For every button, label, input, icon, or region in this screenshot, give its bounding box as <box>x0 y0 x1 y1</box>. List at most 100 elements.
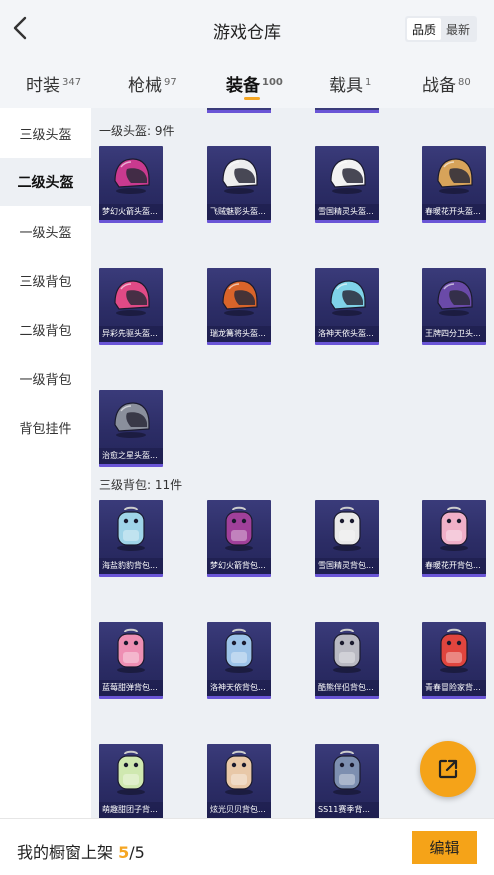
tab-firearms[interactable]: 枪械 97 <box>128 71 177 96</box>
helmet-icon <box>330 158 366 194</box>
tab-label: 装备 <box>226 76 260 96</box>
item-card[interactable]: 春暖花开头盔... <box>422 146 486 223</box>
item-card[interactable] <box>207 108 271 113</box>
item-grid: 一级头盔: 9件 三级背包: 11件 梦幻火箭头盔... 飞贼魅影头盔... 雪国精… <box>91 108 494 818</box>
sidebar-item-level2-backpack[interactable]: 二级背包 <box>0 305 91 353</box>
item-card[interactable]: 梦幻火箭头盔... <box>99 146 163 223</box>
tab-label: 战备 <box>422 76 456 96</box>
item-name: 异彩先驱头盔... <box>99 326 163 342</box>
sidebar-item-level1-helmet[interactable]: 一级头盔 <box>0 207 91 255</box>
item-card[interactable]: 瑞龙篝将头盔... <box>207 268 271 345</box>
item-name: 治愈之星头盔... <box>99 448 163 464</box>
helmet-icon <box>330 280 366 316</box>
item-image <box>99 744 163 802</box>
item-card[interactable]: SS11赛季背... <box>315 744 379 818</box>
sidebar-item-backpack-charm[interactable]: 背包挂件 <box>0 403 91 451</box>
top-bar: 游戏仓库 品质 最新 <box>0 0 494 58</box>
item-name: 瑞龙篝将头盔... <box>207 326 271 342</box>
item-card[interactable]: 雪国精灵背包... <box>315 500 379 577</box>
helmet-icon <box>114 402 150 438</box>
sidebar-item-level3-backpack[interactable]: 三级背包 <box>0 256 91 304</box>
tab-supplies[interactable]: 战备 80 <box>422 71 471 96</box>
tab-count: 80 <box>458 77 471 88</box>
sidebar-item-level2-helmet[interactable]: 二级头盔 <box>0 158 91 206</box>
item-card[interactable]: 王牌四分卫头... <box>422 268 486 345</box>
item-name: 梦幻火箭背包... <box>207 558 271 574</box>
item-card[interactable]: 梦幻火箭背包... <box>207 500 271 577</box>
tab-fashion[interactable]: 时装 347 <box>26 71 81 96</box>
sort-by-latest-button[interactable]: 最新 <box>441 18 475 40</box>
tab-count: 100 <box>262 77 283 88</box>
section-title: 一级头盔: 9件 <box>99 124 175 138</box>
item-image <box>315 622 379 680</box>
category-tabs: 时装 347 枪械 97 装备 100 载具 1 战备 80 <box>0 58 494 108</box>
item-name: 雪国精灵背包... <box>315 558 379 574</box>
item-card[interactable]: 异彩先驱头盔... <box>99 268 163 345</box>
sidebar-item-level3-helmet[interactable]: 三级头盔 <box>0 109 91 157</box>
showcase-count: 5 <box>118 843 130 862</box>
item-card[interactable]: 炫光贝贝背包... <box>207 744 271 818</box>
item-name: 海盐豹豹背包... <box>99 558 163 574</box>
backpack-icon <box>117 750 145 795</box>
item-image <box>315 146 379 204</box>
item-image <box>422 146 486 204</box>
showcase-label: 我的橱窗上架 <box>17 843 114 862</box>
backpack-icon <box>440 506 468 551</box>
item-image <box>422 622 486 680</box>
item-image <box>99 500 163 558</box>
item-card[interactable]: 海盐豹豹背包... <box>99 500 163 577</box>
item-name: 酷熊伴侣背包... <box>315 680 379 696</box>
item-name: 萌趣甜团子背... <box>99 802 163 818</box>
item-card[interactable]: 蓝莓甜弹背包... <box>99 622 163 699</box>
active-tab-indicator <box>244 97 260 100</box>
helmet-icon <box>437 158 473 194</box>
tab-count: 97 <box>164 77 177 88</box>
showcase-bar: 我的橱窗上架 5/5 编辑 <box>0 818 494 875</box>
item-card[interactable]: 萌趣甜团子背... <box>99 744 163 818</box>
tab-equipment[interactable]: 装备 100 <box>226 71 283 100</box>
item-name: 蓝莓甜弹背包... <box>99 680 163 696</box>
item-card[interactable]: 治愈之星头盔... <box>99 390 163 467</box>
share-button[interactable] <box>420 741 476 797</box>
item-card[interactable]: 青春冒险家背... <box>422 622 486 699</box>
share-icon <box>438 759 458 779</box>
sort-by-quality-button[interactable]: 品质 <box>407 18 441 40</box>
backpack-icon <box>117 506 145 551</box>
item-card[interactable]: 雪国精灵头盔... <box>315 146 379 223</box>
backpack-icon <box>440 628 468 673</box>
item-name: 洛神天依头盔... <box>315 326 379 342</box>
item-card[interactable]: 飞贼魅影头盔... <box>207 146 271 223</box>
item-image <box>207 744 271 802</box>
item-image <box>422 500 486 558</box>
tab-vehicles[interactable]: 载具 1 <box>329 71 371 96</box>
edit-button[interactable]: 编辑 <box>412 831 477 864</box>
item-image <box>99 146 163 204</box>
helmet-icon <box>114 280 150 316</box>
item-card[interactable] <box>315 108 379 113</box>
sidebar-item-level1-backpack[interactable]: 一级背包 <box>0 354 91 402</box>
helmet-icon <box>437 280 473 316</box>
item-card[interactable]: 春暖花开背包... <box>422 500 486 577</box>
tab-count: 1 <box>365 77 372 88</box>
item-card[interactable]: 洛神天依背包... <box>207 622 271 699</box>
item-image <box>207 146 271 204</box>
backpack-icon <box>333 628 361 673</box>
item-card[interactable]: 洛神天依头盔... <box>315 268 379 345</box>
backpack-icon <box>225 750 253 795</box>
item-image <box>422 268 486 326</box>
subcategory-sidebar: 三级头盔 二级头盔 一级头盔 三级背包 二级背包 一级背包 背包挂件 <box>0 108 91 818</box>
item-name: 洛神天依背包... <box>207 680 271 696</box>
helmet-icon <box>222 280 258 316</box>
item-image <box>315 744 379 802</box>
helmet-icon <box>222 158 258 194</box>
item-name: 飞贼魅影头盔... <box>207 204 271 220</box>
item-image <box>315 268 379 326</box>
item-card[interactable]: 酷熊伴侣背包... <box>315 622 379 699</box>
item-image <box>207 622 271 680</box>
tab-label: 时装 <box>26 76 60 96</box>
backpack-icon <box>333 750 361 795</box>
item-image <box>99 390 163 448</box>
backpack-icon <box>117 628 145 673</box>
item-image <box>315 500 379 558</box>
item-name: 梦幻火箭头盔... <box>99 204 163 220</box>
